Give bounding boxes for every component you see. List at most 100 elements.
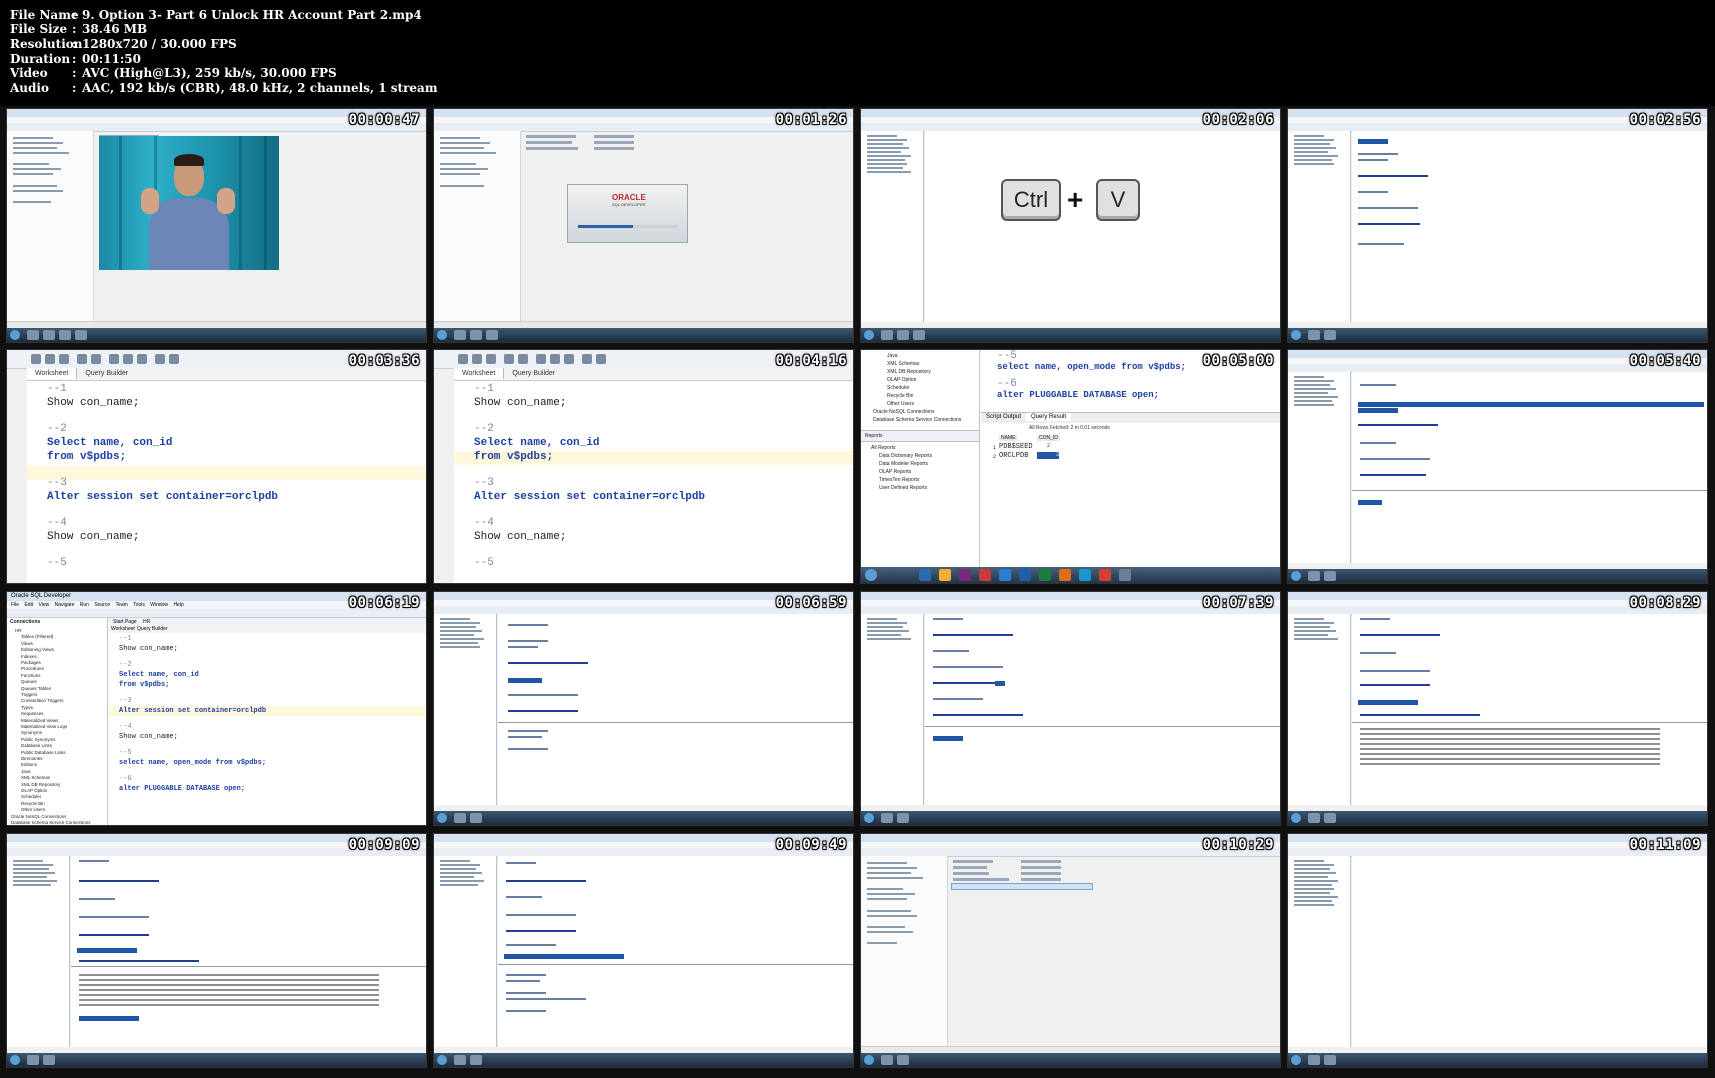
- column-header[interactable]: NAME: [999, 435, 1018, 441]
- thumbnail-13[interactable]: 00:09:09: [6, 833, 427, 1068]
- thumbnail-7[interactable]: Java XML Schemas XML DB Repository OLAP …: [860, 349, 1281, 584]
- thumbnail-2[interactable]: ORACLE SQL DEVELOPER 00:01:26: [433, 108, 854, 343]
- tree-node[interactable]: Java: [21, 769, 31, 774]
- tree-node[interactable]: Recycle Bin: [887, 393, 913, 399]
- thumbnail-4[interactable]: 00:02:56: [1287, 108, 1708, 343]
- tree-node[interactable]: Database Links: [21, 743, 52, 748]
- tree-node[interactable]: Triggers: [21, 692, 37, 697]
- tree-node[interactable]: Queues Tables: [21, 686, 51, 691]
- tree-node[interactable]: Other Users: [887, 401, 914, 407]
- column-header[interactable]: CON_ID: [1037, 435, 1060, 441]
- tree-node[interactable]: Materialized View Logs: [21, 724, 67, 729]
- worksheet-tabs[interactable]: Worksheet Query Builder: [109, 625, 426, 633]
- tab-query-builder[interactable]: Query Builder: [77, 368, 136, 379]
- menu-source[interactable]: Source: [94, 602, 110, 608]
- tree-node[interactable]: XML Schemas: [887, 361, 919, 367]
- tree-node[interactable]: Editioning Views: [21, 647, 54, 652]
- tree-node[interactable]: Directories: [21, 756, 43, 761]
- tree-node[interactable]: Procedures: [21, 666, 44, 671]
- menu-view[interactable]: View: [38, 602, 49, 608]
- tree-node[interactable]: Java: [887, 353, 898, 359]
- sql-worksheet[interactable]: [925, 614, 1280, 805]
- tree-node[interactable]: Synonyms: [21, 730, 42, 735]
- tab-query-builder[interactable]: Query Builder: [504, 368, 563, 379]
- tree-node[interactable]: Scheduler: [21, 794, 41, 799]
- tab-worksheet[interactable]: Worksheet: [111, 626, 135, 632]
- menu-team[interactable]: Team: [116, 602, 128, 608]
- report-node[interactable]: All Reports: [871, 445, 895, 451]
- tab-query-result[interactable]: Query Result: [1026, 413, 1072, 421]
- sql-worksheet[interactable]: [498, 614, 853, 805]
- sql-worksheet[interactable]: [1352, 614, 1707, 805]
- result-cell[interactable]: ORCLPDB: [999, 452, 1028, 460]
- thumbnail-11[interactable]: 00:07:39: [860, 591, 1281, 826]
- sql-worksheet[interactable]: [925, 131, 1280, 322]
- tree-node[interactable]: Other Users: [21, 807, 45, 812]
- thumbnail-1[interactable]: 00:00:47: [6, 108, 427, 343]
- tree-node[interactable]: Indexes: [21, 654, 37, 659]
- result-tabs[interactable]: Script Output Query Result: [981, 413, 1280, 423]
- tree-node[interactable]: Views: [21, 641, 33, 646]
- sql-worksheet[interactable]: [1352, 856, 1707, 1047]
- tree-node[interactable]: Crossedition Triggers: [21, 698, 64, 703]
- menu-window[interactable]: Window: [150, 602, 168, 608]
- tree-node[interactable]: XML DB Repository: [887, 369, 931, 375]
- menu-tools[interactable]: Tools: [133, 602, 145, 608]
- sql-worksheet[interactable]: [71, 856, 426, 1047]
- tree-node[interactable]: Types: [21, 705, 33, 710]
- tree-node[interactable]: Oracle NoSQL Connections: [873, 409, 935, 415]
- sql-worksheet[interactable]: --1 Show con_name; --2 Select name, con_…: [27, 381, 426, 583]
- report-node[interactable]: User Defined Reports: [879, 485, 927, 491]
- tab-worksheet[interactable]: Worksheet: [27, 368, 78, 379]
- thumbnail-15[interactable]: 00:10:29: [860, 833, 1281, 1068]
- tree-node[interactable]: Packages: [21, 660, 41, 665]
- tree-node[interactable]: Database Schema Service Connections: [11, 820, 91, 825]
- thumbnail-6[interactable]: Worksheet Query Builder --1 Show con_name…: [433, 349, 854, 584]
- report-node[interactable]: Data Dictionary Reports: [879, 453, 932, 459]
- result-cell[interactable]: PDB$SEED: [999, 443, 1033, 451]
- tree-node[interactable]: HR: [15, 628, 22, 633]
- tree-node[interactable]: Oracle NoSQL Connections: [11, 814, 66, 819]
- tree-node[interactable]: Recycle Bin: [21, 801, 45, 806]
- sql-worksheet[interactable]: [1352, 372, 1707, 563]
- menu-run[interactable]: Run: [80, 602, 89, 608]
- sql-worksheet[interactable]: [498, 856, 853, 1047]
- editor-tabs[interactable]: Start Page HR: [109, 618, 426, 625]
- tree-node[interactable]: Public Database Links: [21, 750, 66, 755]
- tree-node[interactable]: XML DB Repository: [21, 782, 60, 787]
- tree-node[interactable]: Tables (Filtered): [21, 634, 53, 639]
- report-node[interactable]: TimesTen Reports: [879, 477, 919, 483]
- tree-node[interactable]: Editions: [21, 762, 37, 767]
- sql-worksheet[interactable]: [1352, 131, 1707, 322]
- thumbnail-9[interactable]: Oracle SQL Developer File Edit View Navi…: [6, 591, 427, 826]
- tab-worksheet[interactable]: Worksheet: [454, 368, 505, 379]
- thumbnail-3[interactable]: Ctrl + V 00:02:06: [860, 108, 1281, 343]
- tree-node[interactable]: Queues: [21, 679, 37, 684]
- tree-node[interactable]: Public Synonyms: [21, 737, 56, 742]
- worksheet-tabs[interactable]: Worksheet Query Builder: [454, 368, 853, 381]
- tree-node[interactable]: XML Schemas: [21, 775, 50, 780]
- menu-navigate[interactable]: Navigate: [55, 602, 75, 608]
- menu-help[interactable]: Help: [173, 602, 183, 608]
- tree-node[interactable]: OLAP Option: [887, 377, 916, 383]
- thumbnail-10[interactable]: 00:06:59: [433, 591, 854, 826]
- result-cell-selected[interactable]: 3: [1037, 452, 1059, 459]
- tree-node[interactable]: Database Schema Service Connections: [873, 417, 961, 423]
- tree-node[interactable]: Scheduler: [887, 385, 910, 391]
- tree-node[interactable]: Sequences: [21, 711, 44, 716]
- sql-worksheet[interactable]: --1 Show con_name; --2 Select name, con_…: [109, 633, 426, 825]
- tree-node[interactable]: Functions: [21, 673, 41, 678]
- worksheet-tabs[interactable]: Worksheet Query Builder: [27, 368, 426, 381]
- thumbnail-8[interactable]: 00:05:40: [1287, 349, 1708, 584]
- tab-script-output[interactable]: Script Output: [981, 413, 1026, 421]
- tree-node[interactable]: OLAP Option: [21, 788, 47, 793]
- thumbnail-12[interactable]: 00:08:29: [1287, 591, 1708, 826]
- menu-edit[interactable]: Edit: [24, 602, 33, 608]
- thumbnail-16[interactable]: 00:11:09: [1287, 833, 1708, 1068]
- thumbnail-14[interactable]: 00:09:49: [433, 833, 854, 1068]
- tree-node[interactable]: Materialized Views: [21, 718, 58, 723]
- tab-query-builder[interactable]: Query Builder: [137, 626, 168, 632]
- menu-file[interactable]: File: [11, 602, 19, 608]
- report-node[interactable]: OLAP Reports: [879, 469, 911, 475]
- sql-worksheet[interactable]: --1 Show con_name; --2 Select name, con_…: [454, 381, 853, 583]
